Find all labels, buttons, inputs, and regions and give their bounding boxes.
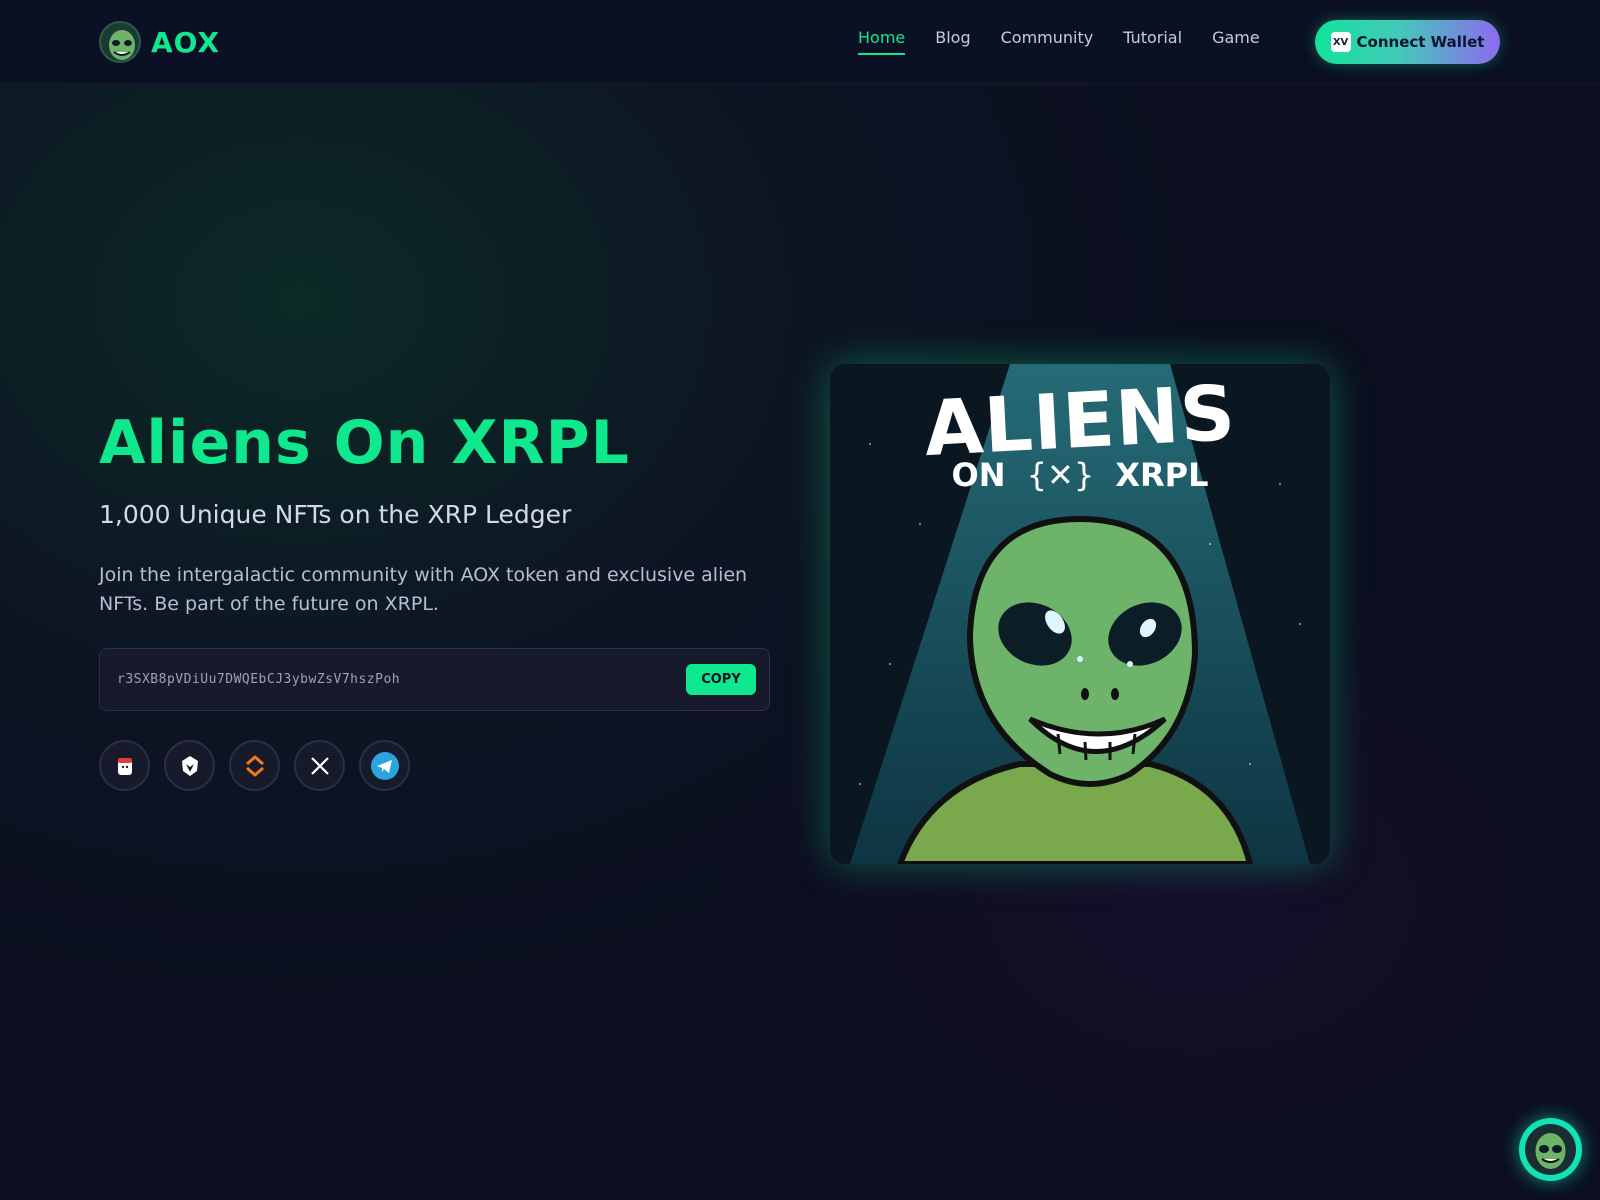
site-header: AOX Home Blog Community Tutorial Game XV… (0, 0, 1600, 84)
nav-tutorial[interactable]: Tutorial (1123, 28, 1182, 55)
x-twitter-icon (310, 756, 329, 775)
alien-chat-button[interactable] (1519, 1118, 1582, 1181)
xrp-logo-icon: {✕} (1026, 456, 1095, 494)
social-telegram[interactable] (359, 740, 410, 791)
artwork-subtitle-left: ON (951, 456, 1006, 494)
main-nav: Home Blog Community Tutorial Game (858, 28, 1290, 55)
logo[interactable]: AOX (99, 21, 220, 63)
sologenic-icon (245, 755, 264, 776)
social-xpmarket[interactable] (164, 740, 215, 791)
hero-title: Aliens On XRPL (99, 408, 630, 478)
social-x[interactable] (294, 740, 345, 791)
nav-blog[interactable]: Blog (935, 28, 970, 55)
hero-description: Join the intergalactic community with AO… (99, 564, 748, 615)
token-address[interactable]: r3SXB8pVDiUu7DWQEbCJ3ybwZsV7hszPoh (117, 672, 400, 687)
xaman-wallet-icon: XV (1330, 32, 1351, 52)
connect-wallet-button[interactable]: XV Connect Wallet (1315, 20, 1500, 64)
telegram-icon (370, 751, 399, 780)
nav-home[interactable]: Home (858, 28, 906, 55)
connect-wallet-label: Connect Wallet (1356, 33, 1485, 51)
social-sologenic[interactable] (229, 740, 280, 791)
artwork-subtitle-right: XRPL (1115, 456, 1209, 494)
artwork-subtitle: ON {✕} XRPL (830, 456, 1330, 494)
logo-text: AOX (151, 25, 221, 59)
social-firstledger[interactable] (99, 740, 150, 791)
alien-logo-icon (99, 21, 141, 63)
nav-game[interactable]: Game (1212, 28, 1260, 55)
social-links (99, 740, 424, 791)
token-address-box: r3SXB8pVDiUu7DWQEbCJ3ybwZsV7hszPoh COPY (99, 648, 770, 711)
xpmarket-eagle-icon (181, 755, 198, 776)
hero-subtitle: 1,000 Unique NFTs on the XRP Ledger (99, 500, 572, 529)
alien-avatar-icon (1525, 1124, 1576, 1175)
aliens-artwork: ALIENS ON {✕} XRPL (830, 364, 1330, 864)
firstledger-icon (117, 757, 132, 775)
nav-community[interactable]: Community (1001, 28, 1094, 55)
copy-address-button[interactable]: COPY (686, 664, 756, 695)
